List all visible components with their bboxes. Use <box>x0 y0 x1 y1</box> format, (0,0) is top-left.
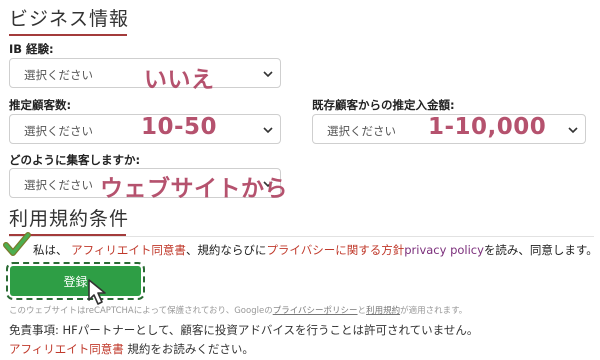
affiliate-agreement-bottom-link[interactable]: アフィリエイト同意書 <box>9 342 124 356</box>
register-button-label: 登録 <box>63 275 88 289</box>
terms-title: 利用規約条件 <box>9 208 130 230</box>
deposit-amount-placeholder: 選択ください <box>327 124 396 138</box>
recaptcha-and: と <box>357 306 367 316</box>
chevron-down-icon <box>263 127 273 134</box>
bottom-notice: アフィリエイト同意書 規約をお読みください。 <box>9 341 254 357</box>
business-info-title: ビジネス情報 <box>9 8 130 30</box>
check-mark-icon[interactable] <box>2 232 32 258</box>
deposit-amount-answer: 1-10,000 <box>428 114 547 140</box>
estimated-clients-answer: 10-50 <box>141 114 218 140</box>
recaptcha-prefix: このウェブサイトはreCAPTCHAによって保護されており、Googleの <box>9 306 273 316</box>
recaptcha-terms-link[interactable]: 利用規約 <box>366 306 400 316</box>
recaptcha-privacy-link[interactable]: プライバシーポリシー <box>273 306 358 316</box>
mouse-cursor-icon <box>88 279 106 305</box>
affiliate-agreement-link[interactable]: アフィリエイト同意書 <box>71 243 186 257</box>
consent-text: 私は、 アフィリエイト同意書、規約ならびにプライバシーに関する方針privacy… <box>33 242 598 258</box>
chevron-down-icon <box>568 127 578 134</box>
ib-experience-label: IB 経験: <box>9 42 54 56</box>
estimated-clients-label: 推定顧客数: <box>9 98 72 112</box>
business-info-rule <box>9 34 127 36</box>
register-button[interactable]: 登録 <box>6 262 145 300</box>
ib-experience-placeholder: 選択ください <box>24 68 93 82</box>
bottom-suffix: 規約をお読みください。 <box>123 342 254 356</box>
chevron-down-icon <box>263 71 273 78</box>
disclaimer-text: 免責事項: HFパートナーとして、顧客に投資アドバイスを行うことは許可されていま… <box>9 323 479 337</box>
acquisition-label: どのように集客しますか: <box>9 153 141 167</box>
privacy-policy-en-link[interactable]: privacy policy <box>404 243 484 257</box>
consent-suffix: を読み、同意します。 <box>483 243 598 257</box>
privacy-policy-link[interactable]: プライバシーに関する方針 <box>266 243 404 257</box>
ib-experience-answer: いいえ <box>144 67 215 93</box>
recaptcha-notice: このウェブサイトはreCAPTCHAによって保護されており、Googleのプライ… <box>9 304 467 316</box>
deposit-amount-label: 既存顧客からの推定入金額: <box>312 98 455 112</box>
acquisition-answer: ウェブサイトから <box>100 176 288 202</box>
consent-prefix: 私は、 <box>33 243 68 257</box>
terms-divider <box>9 236 594 237</box>
recaptcha-suffix: が適用されます。 <box>400 306 468 316</box>
consent-mid: 、規約ならびに <box>185 243 267 257</box>
estimated-clients-placeholder: 選択ください <box>24 124 93 138</box>
acquisition-placeholder: 選択ください <box>24 178 93 192</box>
